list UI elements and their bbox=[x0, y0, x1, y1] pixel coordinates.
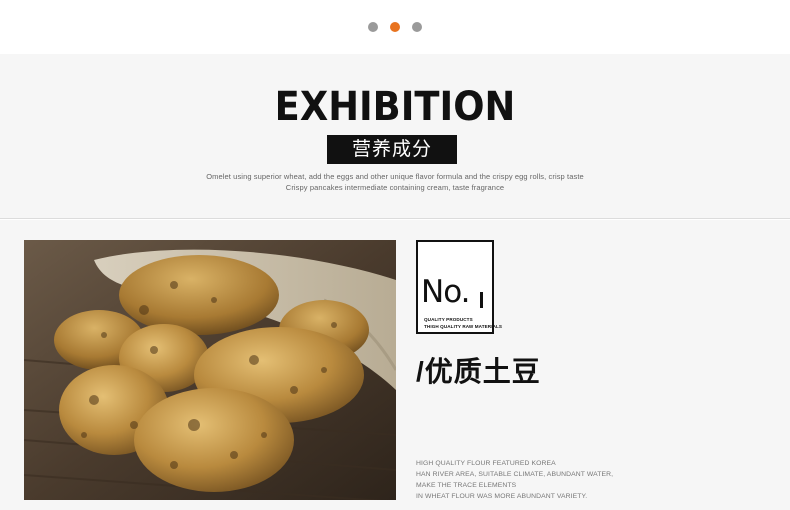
feature-line-2: HAN RIVER AREA, SUITABLE CLIMATE, ABUNDA… bbox=[416, 471, 614, 478]
badge-subtitle-2: THIGH QUALITY RAW MATERIALS bbox=[424, 324, 503, 329]
badge-number-one-mark bbox=[480, 292, 483, 308]
badge-number-text: No. bbox=[421, 274, 470, 310]
section-subtitle-tag: 营养成分 bbox=[327, 135, 457, 164]
carousel-area bbox=[0, 0, 790, 54]
feature-line-1: HIGH QUALITY FLOUR FEATURED KOREA bbox=[416, 460, 556, 467]
carousel-dots bbox=[368, 22, 422, 32]
exhibition-header: EXHIBITION 营养成分 Omelet using superior wh… bbox=[0, 54, 790, 219]
carousel-dot-2[interactable] bbox=[390, 22, 400, 32]
section-description-line-1: Omelet using superior wheat, add the egg… bbox=[206, 172, 584, 181]
section-description-line-2: Crispy pancakes intermediate containing … bbox=[285, 183, 505, 192]
potato-photo bbox=[24, 240, 396, 500]
section-title: EXHIBITION bbox=[274, 84, 516, 130]
number-badge: No. QUALITY PRODUCTS THIGH QUALITY RAW M… bbox=[416, 240, 502, 334]
product-section: No. QUALITY PRODUCTS THIGH QUALITY RAW M… bbox=[0, 220, 790, 510]
badge-subtitle-1: QUALITY PRODUCTS bbox=[424, 317, 473, 322]
carousel-dot-1[interactable] bbox=[368, 22, 378, 32]
carousel-dot-3[interactable] bbox=[412, 22, 422, 32]
feature-line-3: MAKE THE TRACE ELEMENTS bbox=[416, 482, 517, 489]
product-name: /优质土豆 bbox=[416, 356, 541, 387]
feature-line-4: IN WHEAT FLOUR WAS MORE ABUNDANT VARIETY… bbox=[416, 493, 588, 500]
